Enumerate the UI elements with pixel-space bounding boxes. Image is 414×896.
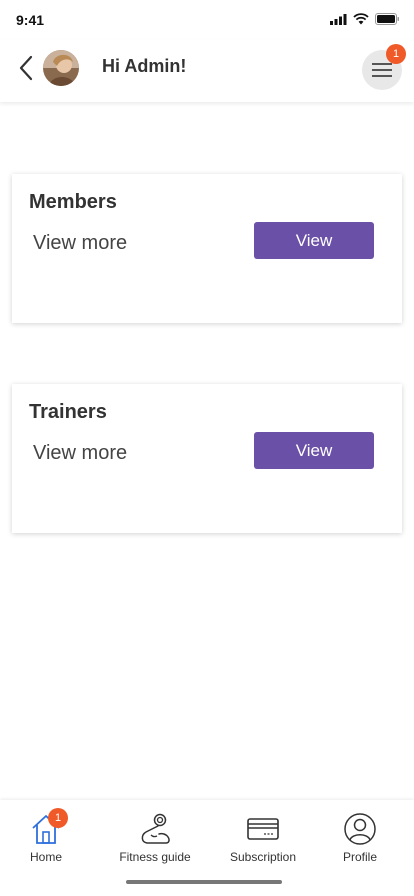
menu-button[interactable]: 1 [362, 44, 406, 90]
status-bar: 9:41 [0, 0, 414, 40]
home-badge: 1 [48, 808, 68, 828]
tab-label-fitness-guide: Fitness guide [119, 850, 191, 864]
greeting-title: Hi Admin! [102, 56, 187, 76]
chevron-left-icon [19, 55, 33, 81]
trainers-card: Trainers View more View [12, 384, 402, 533]
app-header: Hi Admin! 1 [0, 40, 414, 102]
view-members-button[interactable]: View [254, 222, 374, 259]
view-trainers-button[interactable]: View [254, 432, 374, 469]
menu-icon-line [372, 69, 392, 71]
tab-profile[interactable]: Profile [310, 812, 410, 872]
tab-label-home: Home [29, 850, 62, 864]
menu-icon [372, 63, 392, 65]
notification-badge: 1 [386, 44, 406, 64]
fitness-icon [141, 813, 170, 844]
card-subtitle: View more [33, 232, 128, 254]
back-button[interactable] [16, 54, 36, 82]
signal-icon [330, 13, 347, 25]
status-time: 9:41 [16, 12, 45, 28]
home-indicator [126, 880, 282, 884]
menu-icon-line [372, 75, 392, 77]
profile-icon [344, 813, 376, 845]
members-card: Members View more View [12, 174, 402, 323]
tab-home[interactable]: 1 Home [0, 808, 96, 872]
avatar-image [43, 50, 79, 86]
wifi-icon [353, 13, 369, 25]
tab-subscription[interactable]: Subscription [213, 812, 313, 872]
card-title: Members [29, 191, 117, 213]
tab-label-profile: Profile [342, 850, 377, 864]
status-icons [330, 13, 400, 25]
tab-fitness-guide[interactable]: Fitness guide [105, 812, 205, 872]
card-subtitle: View more [33, 442, 128, 464]
tab-label-subscription: Subscription [229, 850, 297, 864]
card-icon [247, 818, 279, 840]
avatar[interactable] [43, 50, 79, 86]
card-title: Trainers [29, 401, 107, 423]
battery-icon [375, 13, 399, 25]
